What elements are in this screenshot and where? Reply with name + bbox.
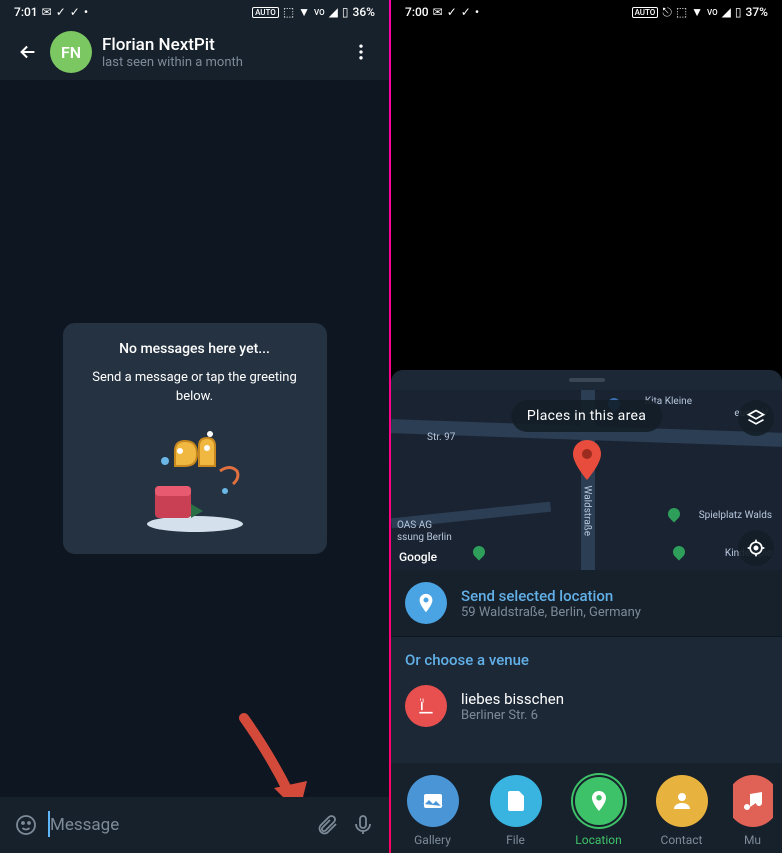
contact-status: last seen within a month <box>102 55 339 70</box>
sheet-handle[interactable] <box>569 378 605 382</box>
attach-label: Contact <box>661 833 703 847</box>
contact-avatar[interactable]: FN <box>50 31 92 73</box>
venue-name: liebes bisschen <box>461 690 564 708</box>
empty-state-card[interactable]: No messages here yet... Send a message o… <box>63 323 327 553</box>
status-time: 7:01 <box>14 5 38 19</box>
status-bar: 7:01 ✉ ✓ ✓ • AUTO ⬚ ▼ VO ◢ ▯ 36% <box>0 0 389 24</box>
check-icon: ✓ <box>70 5 80 19</box>
battery-icon: ▯ <box>735 5 742 19</box>
signal-icon: ◢ <box>722 5 731 19</box>
map-layers-button[interactable] <box>738 400 774 436</box>
map-road-label: Waldstraße <box>582 486 593 537</box>
map-poi-marker[interactable] <box>468 541 491 564</box>
file-icon <box>490 775 542 827</box>
attach-label: File <box>506 833 525 847</box>
status-time: 7:00 <box>405 5 429 19</box>
more-button[interactable] <box>339 30 383 74</box>
check-icon: ✓ <box>56 5 66 19</box>
map-attribution: Google <box>399 550 437 564</box>
vibrate-icon: ⬚ <box>676 5 687 19</box>
dimmed-background[interactable] <box>391 24 782 384</box>
contact-info[interactable]: Florian NextPit last seen within a month <box>102 35 339 70</box>
avatar-initials: FN <box>61 43 81 62</box>
empty-subtitle: Send a message or tap the greeting below… <box>83 369 307 405</box>
dot-icon: • <box>475 5 479 19</box>
attach-button[interactable] <box>309 807 345 843</box>
attach-label: Mu <box>744 833 761 847</box>
attach-gallery[interactable]: Gallery <box>401 775 465 847</box>
greeting-sticker[interactable] <box>125 416 265 536</box>
chat-body: No messages here yet... Send a message o… <box>0 80 389 797</box>
location-icon: ⎋ <box>662 5 672 20</box>
vibrate-icon: ⬚ <box>283 5 294 19</box>
attach-label: Gallery <box>414 833 451 847</box>
location-pin-icon <box>405 582 447 624</box>
back-button[interactable] <box>6 30 50 74</box>
mic-button[interactable] <box>345 807 381 843</box>
send-location-title: Send selected location <box>461 587 768 605</box>
attach-music[interactable]: Mu <box>733 775 773 847</box>
message-input-bar <box>0 797 389 853</box>
emoji-button[interactable] <box>8 807 44 843</box>
wifi-icon: ▼ <box>691 5 703 19</box>
mail-icon: ✉ <box>433 5 443 19</box>
venue-section-header: Or choose a venue <box>391 637 782 677</box>
location-bottom-sheet: Str. 97 Kita Kleine euer eV OAS AG ssung… <box>391 370 782 853</box>
chat-screen: 7:01 ✉ ✓ ✓ • AUTO ⬚ ▼ VO ◢ ▯ 36% FN Flor… <box>0 0 389 853</box>
attach-location[interactable]: Location <box>567 775 631 847</box>
attach-contact[interactable]: Contact <box>650 775 714 847</box>
contact-name: Florian NextPit <box>102 35 339 55</box>
map-center-pin[interactable] <box>573 440 601 484</box>
check-icon: ✓ <box>447 5 457 19</box>
map-poi-marker[interactable] <box>668 541 691 564</box>
venue-item[interactable]: liebes bisschen Berliner Str. 6 <box>391 677 782 735</box>
contact-icon <box>656 775 708 827</box>
attachment-type-bar: Gallery File Location Contact Mu <box>391 763 782 853</box>
wifi-icon: ▼ <box>298 5 310 19</box>
venue-icon <box>405 685 447 727</box>
map-view[interactable]: Str. 97 Kita Kleine euer eV OAS AG ssung… <box>391 390 782 570</box>
message-input[interactable] <box>44 815 309 835</box>
text-cursor <box>48 811 50 837</box>
auto-icon: AUTO <box>632 7 659 18</box>
empty-title: No messages here yet... <box>83 341 307 357</box>
venue-address: Berliner Str. 6 <box>461 708 564 723</box>
mail-icon: ✉ <box>42 5 52 19</box>
music-icon <box>733 775 773 827</box>
my-location-button[interactable] <box>738 530 774 566</box>
send-location-address: 59 Waldstraße, Berlin, Germany <box>461 605 768 620</box>
status-bar: 7:00 ✉ ✓ ✓ • AUTO ⎋ ⬚ ▼ VO ◢ ▯ 37% <box>391 0 782 24</box>
map-poi-marker[interactable] <box>663 503 686 526</box>
attach-label: Location <box>575 833 621 847</box>
gallery-icon <box>407 775 459 827</box>
places-chip[interactable]: Places in this area <box>511 400 662 432</box>
battery-pct: 36% <box>353 5 375 19</box>
check-icon: ✓ <box>461 5 471 19</box>
attach-file[interactable]: File <box>484 775 548 847</box>
map-poi-label: OAS AG <box>397 520 432 531</box>
battery-icon: ▯ <box>342 5 349 19</box>
vowifi-icon: VO <box>707 8 718 17</box>
dot-icon: • <box>84 5 88 19</box>
vowifi-icon: VO <box>314 8 325 17</box>
map-street-label: Str. 97 <box>427 432 455 443</box>
location-picker-screen: 7:00 ✉ ✓ ✓ • AUTO ⎋ ⬚ ▼ VO ◢ ▯ 37% Str. … <box>391 0 782 853</box>
battery-pct: 37% <box>746 5 768 19</box>
location-icon <box>573 775 625 827</box>
map-poi-label: ssung Berlin <box>397 532 452 543</box>
signal-icon: ◢ <box>329 5 338 19</box>
chat-header: FN Florian NextPit last seen within a mo… <box>0 24 389 80</box>
map-poi-label: Spielplatz Walds <box>699 510 772 521</box>
auto-icon: AUTO <box>252 7 279 18</box>
send-location-button[interactable]: Send selected location 59 Waldstraße, Be… <box>391 570 782 637</box>
